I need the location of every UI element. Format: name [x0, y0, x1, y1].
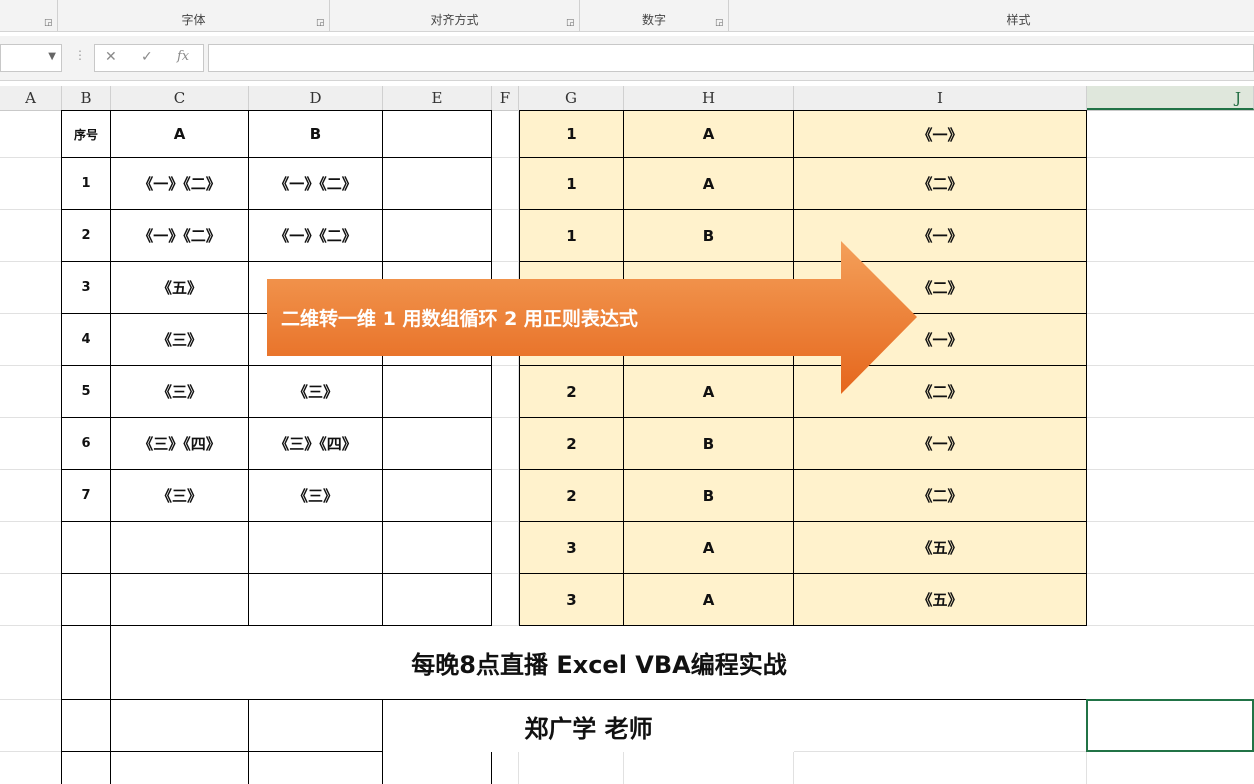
table-cell[interactable] — [383, 574, 492, 626]
dialog-launcher-icon[interactable]: ◲ — [715, 19, 724, 28]
table-header[interactable]: A — [111, 110, 249, 158]
column-header-b[interactable]: B — [62, 86, 111, 110]
table-cell[interactable]: 2 — [519, 470, 624, 522]
table-cell[interactable] — [383, 470, 492, 522]
name-box[interactable]: ▼ — [0, 44, 62, 72]
table-cell[interactable]: 《二》 — [794, 470, 1087, 522]
formula-bar: ▼ ⋮ ✕ ✓ fx — [0, 36, 1254, 81]
column-header-i[interactable]: I — [794, 86, 1087, 110]
active-cell-selection[interactable] — [1086, 699, 1254, 752]
table-cell[interactable]: 《三》《四》 — [249, 418, 383, 470]
table-cell[interactable]: 《五》 — [111, 262, 249, 314]
table-cell[interactable]: A — [624, 110, 794, 158]
insert-function-icon[interactable]: fx — [177, 49, 189, 64]
column-header-j[interactable]: J — [1087, 86, 1254, 110]
table-cell[interactable]: 《三》《四》 — [111, 418, 249, 470]
ribbon-group-clipboard: ◲ — [0, 0, 58, 31]
arrow-banner-text: 二维转一维 1 用数组循环 2 用正则表达式 — [281, 308, 638, 330]
table-cell[interactable]: 1 — [519, 110, 624, 158]
table-cell[interactable] — [249, 700, 383, 752]
table-cell[interactable] — [61, 522, 111, 574]
table-cell[interactable] — [61, 700, 111, 752]
column-headers: A B C D E F G H I J — [0, 86, 1254, 111]
column-header-g[interactable]: G — [519, 86, 624, 110]
table-cell[interactable] — [61, 574, 111, 626]
table-cell[interactable] — [111, 522, 249, 574]
ribbon-group-label: 字体 — [181, 13, 206, 27]
table-cell[interactable]: 《一》《二》 — [249, 158, 383, 210]
ribbon-group-alignment: 对齐方式 ◲ — [330, 0, 580, 31]
cancel-icon[interactable]: ✕ — [105, 49, 117, 65]
table-cell[interactable]: 《一》 — [794, 110, 1087, 158]
table-header[interactable]: 序号 — [61, 110, 111, 158]
table-cell[interactable]: 《五》 — [794, 574, 1087, 626]
table-cell[interactable] — [249, 752, 383, 784]
table-cell[interactable] — [249, 574, 383, 626]
dialog-launcher-icon[interactable]: ◲ — [316, 19, 325, 28]
column-header-h[interactable]: H — [624, 86, 794, 110]
enter-icon[interactable]: ✓ — [141, 49, 153, 65]
table-cell[interactable]: 3 — [519, 522, 624, 574]
dialog-launcher-icon[interactable]: ◲ — [566, 19, 575, 28]
ribbon-group-labels: ◲ 字体 ◲ 对齐方式 ◲ 数字 ◲ 样式 — [0, 0, 1254, 32]
table-cell[interactable] — [383, 522, 492, 574]
ribbon-group-font: 字体 ◲ — [58, 0, 330, 31]
column-header-c[interactable]: C — [111, 86, 249, 110]
formula-buttons: ✕ ✓ fx — [94, 44, 204, 72]
table-cell[interactable]: 4 — [61, 314, 111, 366]
ribbon-group-label: 样式 — [1006, 13, 1031, 27]
table-cell[interactable]: 6 — [61, 418, 111, 470]
table-cell[interactable]: 《一》《二》 — [111, 158, 249, 210]
table-cell[interactable]: A — [624, 522, 794, 574]
promo-line-1[interactable]: 每晚8点直播 Excel VBA编程实战 — [111, 626, 1087, 700]
table-cell[interactable] — [383, 752, 492, 784]
table-cell[interactable]: B — [624, 470, 794, 522]
ribbon-group-styles: 样式 — [729, 0, 1254, 31]
worksheet-grid[interactable]: 序号 A B 1 《一》《二》 《一》《二》 2 《一》《二》 《一》《二》 3… — [0, 110, 1254, 784]
column-header-f[interactable]: F — [492, 86, 519, 110]
table-cell[interactable]: 《二》 — [794, 158, 1087, 210]
grip-icon[interactable]: ⋮ — [74, 48, 86, 62]
ribbon-group-number: 数字 ◲ — [580, 0, 729, 31]
table-cell[interactable] — [61, 752, 111, 784]
ribbon-group-label: 数字 — [641, 13, 666, 27]
table-cell[interactable]: 3 — [519, 574, 624, 626]
ribbon-group-label: 对齐方式 — [430, 13, 479, 27]
chevron-down-icon[interactable]: ▼ — [48, 51, 56, 62]
column-header-a[interactable]: A — [0, 86, 62, 110]
table-cell[interactable] — [61, 626, 111, 700]
table-cell[interactable] — [383, 418, 492, 470]
column-header-e[interactable]: E — [383, 86, 492, 110]
table-cell[interactable]: A — [624, 574, 794, 626]
table-cell[interactable] — [383, 158, 492, 210]
table-cell[interactable]: 2 — [61, 210, 111, 262]
dialog-launcher-icon[interactable]: ◲ — [44, 19, 53, 28]
table-cell[interactable]: 1 — [519, 158, 624, 210]
table-cell[interactable] — [111, 700, 249, 752]
table-cell[interactable]: 《三》 — [249, 470, 383, 522]
table-cell[interactable]: 《三》 — [111, 470, 249, 522]
table-cell[interactable]: A — [624, 158, 794, 210]
table-header[interactable]: B — [249, 110, 383, 158]
promo-line-2[interactable]: 郑广学 老师 — [383, 700, 794, 752]
table-cell[interactable] — [249, 522, 383, 574]
table-cell[interactable]: 《五》 — [794, 522, 1087, 574]
table-cell[interactable] — [383, 110, 492, 158]
table-cell[interactable]: 《三》 — [111, 314, 249, 366]
table-cell[interactable]: 5 — [61, 366, 111, 418]
table-cell[interactable]: 《一》 — [794, 418, 1087, 470]
formula-input[interactable] — [208, 44, 1254, 72]
table-cell[interactable]: 《一》《二》 — [111, 210, 249, 262]
table-cell[interactable]: B — [624, 418, 794, 470]
table-cell[interactable] — [111, 574, 249, 626]
column-header-d[interactable]: D — [249, 86, 383, 110]
table-cell[interactable]: 2 — [519, 418, 624, 470]
table-cell[interactable]: 1 — [61, 158, 111, 210]
table-cell[interactable] — [111, 752, 249, 784]
table-cell[interactable]: 3 — [61, 262, 111, 314]
table-cell[interactable]: 《三》 — [111, 366, 249, 418]
table-cell[interactable]: 7 — [61, 470, 111, 522]
